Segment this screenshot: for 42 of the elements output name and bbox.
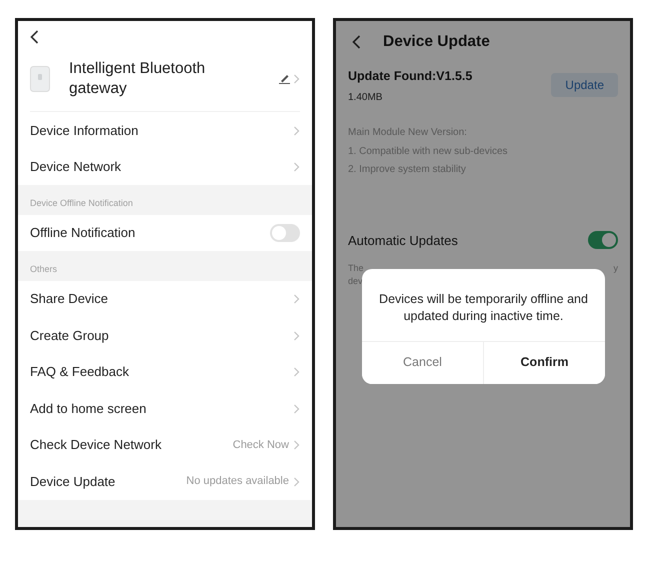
- row-label: FAQ & Feedback: [30, 363, 129, 382]
- note-fragment: dev: [348, 274, 364, 288]
- device-name: Intelligent Bluetooth gateway: [69, 59, 206, 100]
- dialog-message: Devices will be temporarily offline and updated during inactive time.: [378, 291, 589, 325]
- chevron-icon: [293, 162, 300, 172]
- release-note: Main Module New Version:: [348, 126, 468, 140]
- row-label: Create Group: [30, 326, 109, 345]
- update-button[interactable]: Update: [551, 73, 618, 98]
- row-label: Device Information: [30, 122, 138, 140]
- row-label: Offline Notification: [30, 224, 136, 242]
- row-label: Share Device: [30, 290, 108, 308]
- screen-title: Device Update: [383, 32, 490, 52]
- back-icon[interactable]: [30, 30, 39, 44]
- section-header: Others: [29, 263, 58, 276]
- chevron-icon: [293, 294, 300, 304]
- back-icon[interactable]: [352, 34, 361, 49]
- chevron-icon: [293, 404, 300, 414]
- note-fragment: The: [348, 262, 364, 275]
- chevron-icon: [293, 440, 300, 450]
- row-value: Check Now: [232, 438, 289, 453]
- chevron-icon: [293, 367, 300, 378]
- row-label: Device Update: [30, 472, 116, 491]
- toggle-switch[interactable]: [270, 224, 300, 242]
- edit-icon[interactable]: [279, 74, 290, 84]
- device-icon: [30, 66, 50, 92]
- chevron-icon: [293, 330, 300, 341]
- confirm-button[interactable]: Confirm: [483, 342, 605, 384]
- chevron-icon: [293, 476, 300, 487]
- release-note: 2. Improve system stability: [348, 163, 467, 177]
- row-label: Device Network: [30, 158, 122, 176]
- update-size: 1.40MB: [348, 91, 384, 105]
- row-value: No updates available: [186, 474, 289, 490]
- auto-update-label: Automatic Updates: [348, 232, 458, 250]
- note-fragment: y: [614, 262, 618, 275]
- update-version: Update Found:V1.5.5: [348, 68, 472, 86]
- chevron-icon: [293, 126, 300, 136]
- toggle-switch[interactable]: [588, 231, 618, 250]
- row-label: Check Device Network: [30, 436, 162, 454]
- release-note: 1. Compatible with new sub-devices: [348, 144, 509, 158]
- section-header: Device Offline Notification: [29, 197, 134, 210]
- row-label: Add to home screen: [30, 400, 146, 418]
- chevron-icon: [293, 74, 300, 84]
